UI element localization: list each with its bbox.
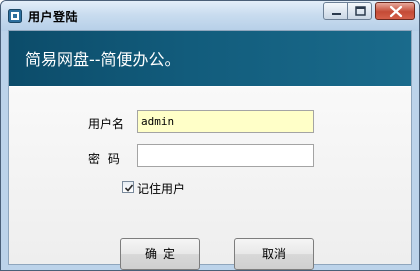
dialog-body: 简易网盘--简便办公。 用户名 密 码 记住用户 确定 取消 — [8, 30, 412, 270]
title-bar[interactable]: 用户登陆 — [1, 1, 419, 31]
app-logo-icon — [8, 8, 22, 23]
close-icon — [389, 5, 403, 18]
login-form: 用户名 密 码 记住用户 确定 取消 — [9, 87, 411, 270]
banner-slogan: 简易网盘--简便办公。 — [25, 50, 181, 69]
checkbox-box[interactable] — [122, 181, 134, 193]
close-button[interactable] — [375, 2, 415, 20]
header-banner: 简易网盘--简便办公。 — [9, 31, 411, 86]
password-field[interactable] — [137, 144, 314, 167]
minimize-button[interactable] — [323, 2, 348, 20]
remember-user-label: 记住用户 — [137, 182, 186, 196]
maximize-icon — [355, 6, 366, 16]
username-field[interactable] — [137, 110, 314, 133]
checkmark-icon — [124, 184, 134, 192]
ok-button[interactable]: 确定 — [120, 238, 200, 270]
window-title: 用户登陆 — [28, 10, 79, 24]
cancel-button[interactable]: 取消 — [234, 238, 314, 270]
login-window: 用户登陆 简易网盘--简便办公。 用户名 密 码 — [0, 0, 420, 271]
username-label: 用户名 — [88, 117, 125, 131]
minimize-icon — [332, 13, 341, 15]
maximize-button[interactable] — [347, 2, 372, 20]
password-label: 密 码 — [88, 152, 122, 166]
